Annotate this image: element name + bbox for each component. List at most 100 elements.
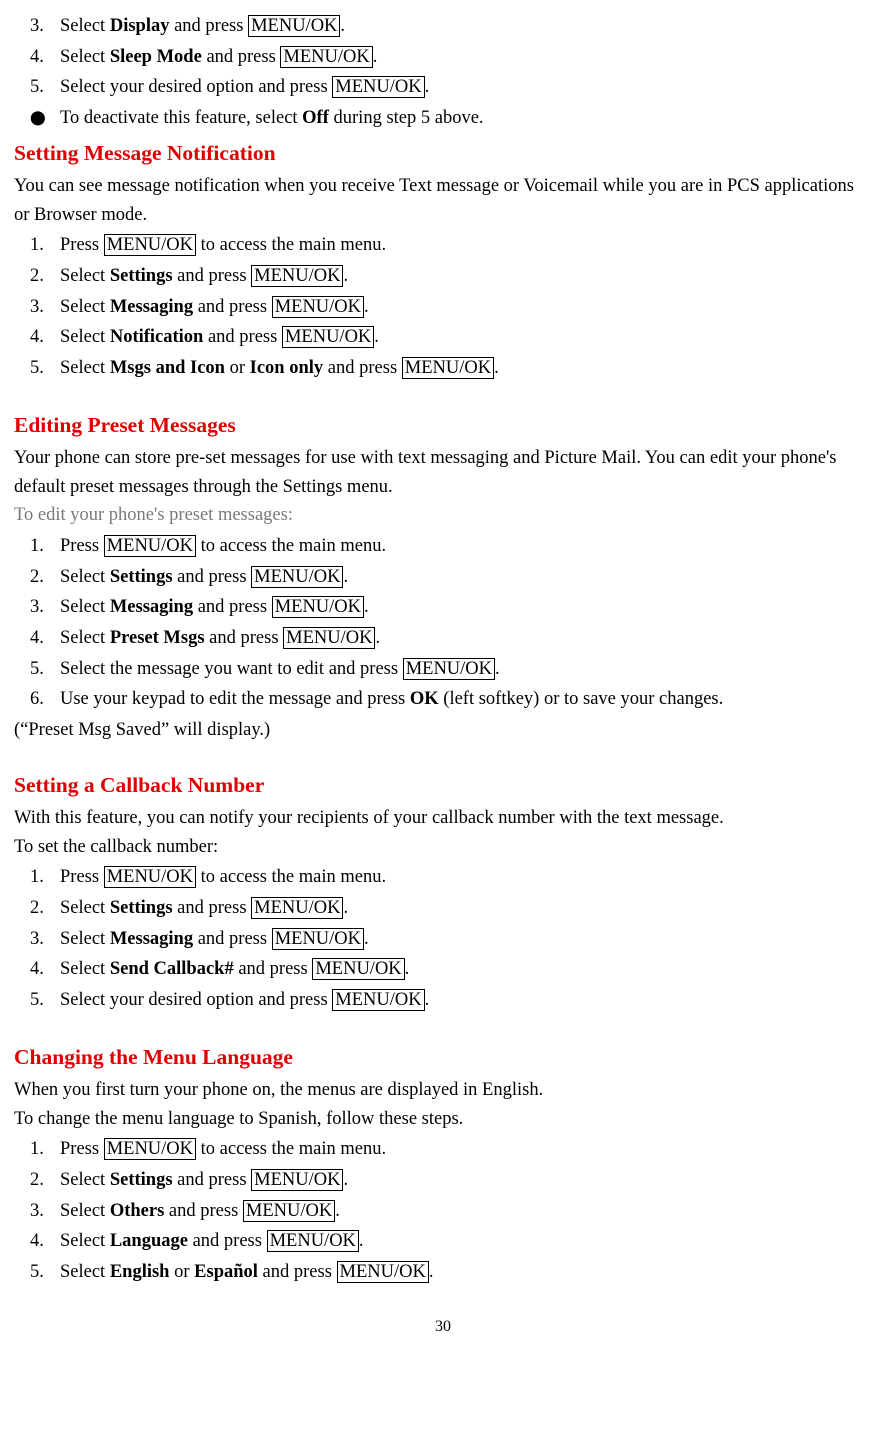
num-2: 2. xyxy=(30,262,60,291)
bullet-note: ⬤To deactivate this feature, select Off … xyxy=(14,104,872,133)
text: Press xyxy=(60,235,104,255)
text: and press xyxy=(188,1231,267,1251)
step-1: 1.Press MENU/OK to access the main menu. xyxy=(14,231,872,260)
step-1: 1.Press MENU/OK to access the main menu. xyxy=(14,532,872,561)
text: . xyxy=(364,597,369,617)
num-3: 3. xyxy=(30,925,60,954)
text: and press xyxy=(173,1170,252,1190)
menu-ok-button: MENU/OK xyxy=(251,265,343,287)
text: . xyxy=(494,358,499,378)
step-2: 2.Select Settings and press MENU/OK. xyxy=(14,563,872,592)
heading-message-notification: Setting Message Notification xyxy=(14,137,872,170)
menu-ok-button: MENU/OK xyxy=(104,1138,196,1160)
text: and press xyxy=(169,16,248,36)
text: Select xyxy=(60,597,110,617)
term-display: Display xyxy=(110,16,170,36)
menu-ok-button: MENU/OK xyxy=(251,897,343,919)
text: during step 5 above. xyxy=(329,108,484,128)
menu-ok-button: MENU/OK xyxy=(248,15,340,37)
text: to access the main menu. xyxy=(196,235,386,255)
num-1: 1. xyxy=(30,231,60,260)
text: Select xyxy=(60,628,110,648)
num-4: 4. xyxy=(30,323,60,352)
text: and press xyxy=(258,1262,337,1282)
menu-ok-button: MENU/OK xyxy=(332,76,424,98)
text: and press xyxy=(193,297,272,317)
text: . xyxy=(340,16,345,36)
menu-ok-button: MENU/OK xyxy=(251,1169,343,1191)
num-5: 5. xyxy=(30,1258,60,1287)
menu-ok-button: MENU/OK xyxy=(104,234,196,256)
menu-ok-button: MENU/OK xyxy=(332,989,424,1011)
num-6: 6. xyxy=(30,685,60,714)
menu-ok-button: MENU/OK xyxy=(104,866,196,888)
menu-ok-button: MENU/OK xyxy=(403,658,495,680)
text: Select xyxy=(60,327,110,347)
text: and press xyxy=(173,567,252,587)
text: Press xyxy=(60,867,104,887)
sub-text: To edit your phone's preset messages: xyxy=(14,501,872,530)
intro-text: Your phone can store pre-set messages fo… xyxy=(14,444,872,501)
intro-text: You can see message notification when yo… xyxy=(14,172,872,229)
text: to access the main menu. xyxy=(196,1139,386,1159)
text: and press xyxy=(234,959,313,979)
text: Select xyxy=(60,929,110,949)
num-1: 1. xyxy=(30,1135,60,1164)
text: . xyxy=(425,77,430,97)
intro-text: When you first turn your phone on, the m… xyxy=(14,1076,872,1105)
term-language: Language xyxy=(110,1231,188,1251)
text: Select your desired option and press xyxy=(60,77,332,97)
num-5: 5. xyxy=(30,655,60,684)
menu-ok-button: MENU/OK xyxy=(267,1230,359,1252)
tail-text: (“Preset Msg Saved” will display.) xyxy=(14,716,872,745)
term-icon-only: Icon only xyxy=(250,358,324,378)
step-4: 4.Select Language and press MENU/OK. xyxy=(14,1227,872,1256)
menu-ok-button: MENU/OK xyxy=(272,296,364,318)
text: or xyxy=(225,358,250,378)
term-notification: Notification xyxy=(110,327,204,347)
sub-text: To change the menu language to Spanish, … xyxy=(14,1105,872,1134)
num-4: 4. xyxy=(30,1227,60,1256)
num-3: 3. xyxy=(30,1197,60,1226)
step-5: 5.Select English or Español and press ME… xyxy=(14,1258,872,1287)
sub-text: To set the callback number: xyxy=(14,833,872,862)
num-3: 3. xyxy=(30,12,60,41)
term-messaging: Messaging xyxy=(110,929,193,949)
num-5: 5. xyxy=(30,986,60,1015)
text: and press xyxy=(205,628,284,648)
text: and press xyxy=(173,266,252,286)
step-4: 4.Select Preset Msgs and press MENU/OK. xyxy=(14,624,872,653)
menu-ok-button: MENU/OK xyxy=(251,566,343,588)
menu-ok-button: MENU/OK xyxy=(104,535,196,557)
term-messaging: Messaging xyxy=(110,297,193,317)
text: . xyxy=(364,297,369,317)
term-sleep-mode: Sleep Mode xyxy=(110,47,202,67)
num-1: 1. xyxy=(30,532,60,561)
step-5: 5.Select your desired option and press M… xyxy=(14,986,872,1015)
term-settings: Settings xyxy=(110,1170,173,1190)
step-1: 1.Press MENU/OK to access the main menu. xyxy=(14,1135,872,1164)
num-4: 4. xyxy=(30,43,60,72)
step-5: 5.Select your desired option and press M… xyxy=(14,73,872,102)
text: Select the message you want to edit and … xyxy=(60,659,403,679)
term-ok: OK xyxy=(410,689,439,709)
text: Select xyxy=(60,1201,110,1221)
term-english: English xyxy=(110,1262,170,1282)
num-5: 5. xyxy=(30,354,60,383)
text: and press xyxy=(173,898,252,918)
text: Press xyxy=(60,1139,104,1159)
num-2: 2. xyxy=(30,1166,60,1195)
heading-editing-preset: Editing Preset Messages xyxy=(14,409,872,442)
term-espanol: Español xyxy=(194,1262,258,1282)
text: Select xyxy=(60,1231,110,1251)
term-send-callback: Send Callback# xyxy=(110,959,234,979)
text: or xyxy=(169,1262,194,1282)
text: Select xyxy=(60,47,110,67)
text: and press xyxy=(193,929,272,949)
step-3: 3.Select Messaging and press MENU/OK. xyxy=(14,925,872,954)
text: . xyxy=(495,659,500,679)
text: . xyxy=(405,959,410,979)
text: . xyxy=(375,628,380,648)
step-2: 2.Select Settings and press MENU/OK. xyxy=(14,1166,872,1195)
term-preset-msgs: Preset Msgs xyxy=(110,628,205,648)
